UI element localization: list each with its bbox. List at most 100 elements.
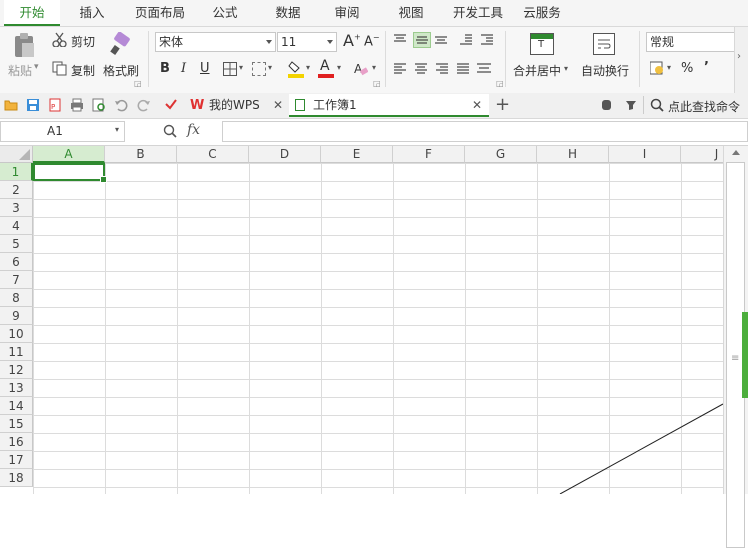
column-header-f[interactable]: F — [393, 146, 465, 163]
column-header-i[interactable]: I — [609, 146, 681, 163]
decrease-font-icon[interactable]: A− — [364, 33, 380, 49]
column-header-g[interactable]: G — [465, 146, 537, 163]
name-box[interactable]: A1 ▾ — [0, 121, 125, 142]
align-middle-icon[interactable] — [413, 32, 431, 48]
justify-icon[interactable] — [455, 61, 473, 77]
search-icon[interactable] — [650, 98, 664, 112]
row-header-11[interactable]: 11 — [0, 343, 33, 361]
redo-icon[interactable] — [137, 98, 151, 112]
currency-format-icon[interactable] — [649, 61, 664, 75]
print-icon[interactable] — [70, 98, 84, 112]
side-panel-toggle[interactable] — [742, 312, 748, 398]
fill-color-icon[interactable] — [288, 60, 304, 78]
row-header-8[interactable]: 8 — [0, 289, 33, 307]
customize-quickbar-icon[interactable] — [164, 98, 178, 112]
row-header-9[interactable]: 9 — [0, 307, 33, 325]
clear-format-icon[interactable]: A — [354, 62, 369, 76]
font-dialog-launcher-icon[interactable]: ◲ — [373, 79, 381, 88]
italic-button[interactable]: I — [181, 61, 186, 76]
align-bottom-icon[interactable] — [433, 32, 451, 48]
border-dropdown-icon[interactable]: ▾ — [239, 63, 243, 72]
wrap-text-icon[interactable] — [593, 33, 615, 55]
row-header-14[interactable]: 14 — [0, 397, 33, 415]
row-header-4[interactable]: 4 — [0, 217, 33, 235]
clear-format-dropdown-icon[interactable]: ▾ — [372, 63, 376, 72]
merge-center-button[interactable]: 合并居中 — [513, 62, 561, 79]
column-header-c[interactable]: C — [177, 146, 249, 163]
row-header-6[interactable]: 6 — [0, 253, 33, 271]
border-icon[interactable] — [223, 62, 237, 76]
format-painter-icon[interactable] — [109, 31, 133, 56]
zoom-icon[interactable] — [163, 124, 177, 138]
row-header-13[interactable]: 13 — [0, 379, 33, 397]
copy-icon[interactable] — [52, 61, 67, 76]
row-header-16[interactable]: 16 — [0, 433, 33, 451]
decrease-indent-icon[interactable] — [458, 32, 476, 48]
row-header-10[interactable]: 10 — [0, 325, 33, 343]
font-size-select[interactable]: 11 — [277, 32, 337, 52]
merge-center-dropdown-icon[interactable]: ▾ — [564, 64, 568, 73]
scissors-icon[interactable] — [52, 32, 67, 48]
font-color-dropdown-icon[interactable]: ▾ — [337, 63, 341, 72]
align-top-icon[interactable] — [392, 32, 410, 48]
share-icon[interactable] — [624, 98, 638, 112]
fill-handle[interactable] — [100, 176, 107, 183]
undo-icon[interactable] — [114, 98, 128, 112]
export-pdf-icon[interactable]: P — [48, 98, 62, 112]
menu-tab-7[interactable]: 视图 — [384, 0, 438, 26]
bold-button[interactable]: B — [160, 61, 170, 76]
paste-icon[interactable] — [12, 32, 36, 58]
row-header-18[interactable]: 18 — [0, 469, 33, 487]
menu-tab-6[interactable]: 审阅 — [322, 0, 372, 26]
menu-tab-8[interactable]: 开发工具 — [446, 0, 510, 26]
column-header-b[interactable]: B — [105, 146, 177, 163]
row-header-7[interactable]: 7 — [0, 271, 33, 289]
print-preview-icon[interactable] — [92, 98, 106, 112]
number-format-select[interactable]: 常规 — [646, 32, 741, 52]
menu-tab-3[interactable]: 页面布局 — [122, 0, 198, 26]
formula-input[interactable] — [222, 121, 748, 142]
distributed-icon[interactable] — [476, 61, 494, 77]
align-left-icon[interactable] — [392, 61, 410, 77]
command-search-button[interactable]: 点此查找命令 — [668, 98, 740, 115]
percent-button[interactable]: % — [681, 61, 693, 76]
chevron-down-icon[interactable]: ▾ — [115, 125, 119, 134]
row-header-15[interactable]: 15 — [0, 415, 33, 433]
select-all-corner[interactable] — [0, 146, 33, 163]
row-header-3[interactable]: 3 — [0, 199, 33, 217]
row-header-1[interactable]: 1 — [0, 163, 33, 181]
font-name-select[interactable]: 宋体 — [155, 32, 276, 52]
save-icon[interactable] — [26, 98, 40, 112]
column-header-d[interactable]: D — [249, 146, 321, 163]
play-icon[interactable] — [600, 98, 614, 112]
format-painter-button[interactable]: 格式刷 — [103, 62, 139, 79]
close-icon[interactable]: ✕ — [472, 94, 482, 117]
cut-button[interactable]: 剪切 — [71, 33, 95, 50]
underline-button[interactable]: U — [200, 61, 210, 76]
vertical-scrollbar[interactable]: ≡ — [723, 146, 748, 548]
menu-tab-9[interactable]: 云服务 — [514, 0, 570, 26]
selected-cell-a1[interactable] — [33, 163, 107, 183]
currency-dropdown-icon[interactable]: ▾ — [667, 63, 671, 72]
fill-color-dropdown-icon[interactable]: ▾ — [306, 63, 310, 72]
column-header-e[interactable]: E — [321, 146, 393, 163]
menu-tab-4[interactable]: 公式 — [200, 0, 250, 26]
paste-button[interactable]: 粘贴 — [8, 62, 32, 79]
ribbon-scroll-right[interactable]: › — [734, 27, 748, 93]
wrap-text-button[interactable]: 自动换行 — [581, 62, 629, 79]
row-header-5[interactable]: 5 — [0, 235, 33, 253]
merge-center-icon[interactable]: T — [530, 33, 554, 55]
menu-tab-1[interactable]: 开始 — [4, 0, 60, 26]
spreadsheet-grid[interactable]: ABCDEFGHIJ 1 2 3 4 5 6 7 8 9 10 11 12 13 14 15 16 17 18 — [0, 146, 723, 494]
column-header-h[interactable]: H — [537, 146, 609, 163]
copy-button[interactable]: 复制 — [71, 62, 95, 79]
dialog-launcher-icon[interactable]: ◲ — [134, 79, 142, 88]
cell-style-icon[interactable] — [252, 62, 266, 76]
align-dialog-launcher-icon[interactable]: ◲ — [496, 79, 504, 88]
comma-button[interactable]: ’ — [704, 60, 709, 75]
row-header-2[interactable]: 2 — [0, 181, 33, 199]
tab-workbook[interactable]: 工作簿1 ✕ — [289, 94, 489, 117]
column-header-j[interactable]: J — [681, 146, 723, 163]
increase-font-icon[interactable]: A+ — [343, 31, 361, 50]
font-color-icon[interactable]: A — [318, 58, 334, 78]
